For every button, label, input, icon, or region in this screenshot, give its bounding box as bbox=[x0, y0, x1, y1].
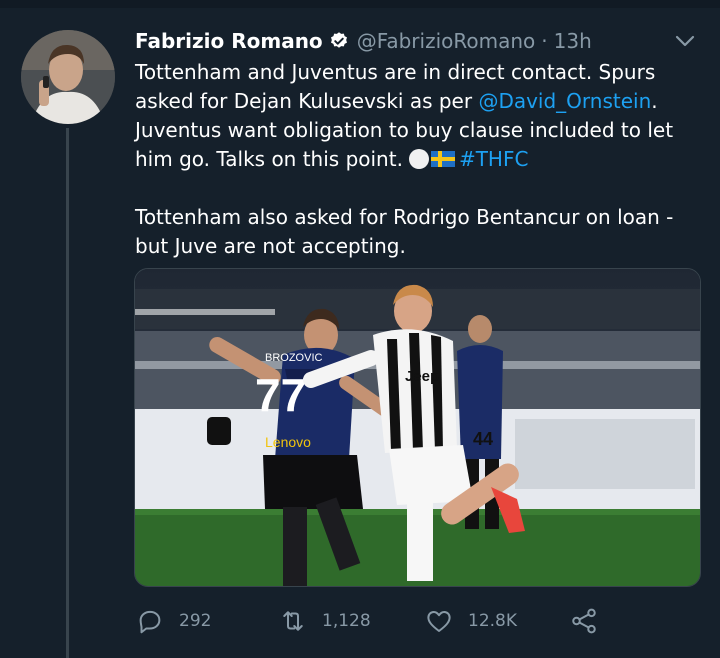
tweet-paragraph-2: Tottenham also asked for Rodrigo Bentanc… bbox=[135, 205, 674, 258]
verified-badge-icon bbox=[329, 31, 349, 51]
share-icon bbox=[572, 608, 596, 634]
hashtag-link[interactable]: #THFC bbox=[459, 147, 528, 171]
mention-link[interactable]: @David_Ornstein bbox=[478, 89, 651, 113]
jersey-number-right: 44 bbox=[473, 429, 493, 449]
tweet-time[interactable]: 13h bbox=[554, 29, 592, 53]
sweden-flag-icon bbox=[430, 151, 455, 167]
top-divider bbox=[0, 0, 720, 8]
white-circle-emoji-icon bbox=[408, 149, 429, 169]
like-button[interactable]: 12.8K bbox=[424, 606, 517, 636]
author-name[interactable]: Fabrizio Romano bbox=[135, 29, 323, 53]
tweet-header: Fabrizio Romano @FabrizioRomano · 13h bbox=[135, 26, 592, 56]
separator-dot: · bbox=[541, 29, 548, 53]
reply-icon bbox=[139, 610, 161, 634]
retweet-icon bbox=[283, 611, 303, 631]
tweet-text: Tottenham and Juventus are in direct con… bbox=[135, 58, 705, 261]
reply-button[interactable]: 292 bbox=[135, 606, 211, 636]
author-handle[interactable]: @FabrizioRomano bbox=[357, 29, 536, 53]
heart-icon bbox=[427, 611, 451, 632]
reply-count: 292 bbox=[179, 611, 212, 631]
thread-line bbox=[66, 128, 69, 658]
tweet-photo[interactable]: 77 BROZOVIC Lenovo Jeep 44 bbox=[134, 268, 701, 587]
chevron-down-icon[interactable] bbox=[672, 28, 698, 54]
retweet-button[interactable]: 1,128 bbox=[278, 606, 371, 636]
jersey-number-left: 77 bbox=[255, 369, 306, 421]
tweet-paragraph-1: Tottenham and Juventus are in direct con… bbox=[135, 58, 705, 174]
sponsor-left: Lenovo bbox=[265, 434, 311, 450]
shirt-name-left: BROZOVIC bbox=[265, 352, 323, 364]
share-button[interactable] bbox=[569, 606, 599, 636]
avatar[interactable] bbox=[21, 30, 115, 124]
tweet-actions: 292 1,128 12.8K bbox=[135, 603, 705, 639]
like-count: 12.8K bbox=[468, 611, 517, 631]
retweet-count: 1,128 bbox=[322, 611, 371, 631]
sponsor-right: Jeep bbox=[405, 368, 439, 385]
